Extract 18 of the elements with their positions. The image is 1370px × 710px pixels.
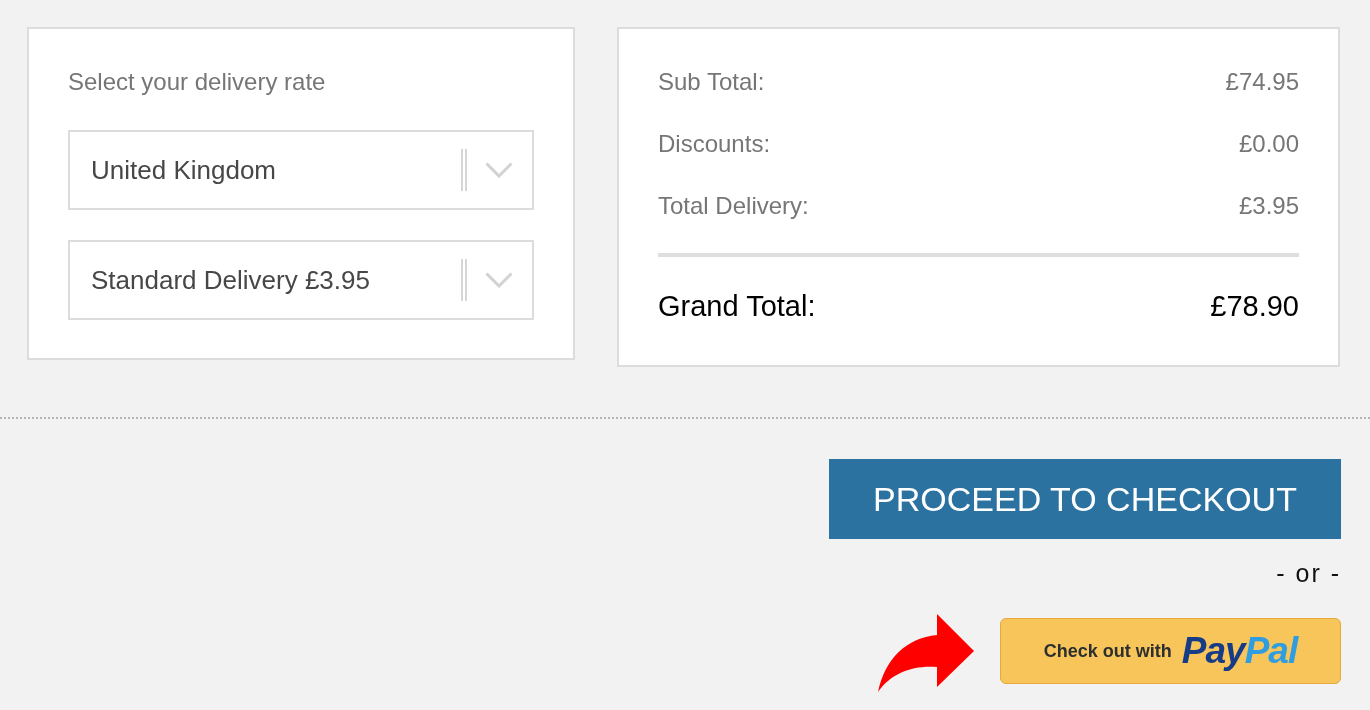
summary-label: Discounts: bbox=[658, 129, 771, 159]
or-separator-text: - or - bbox=[1276, 558, 1341, 588]
chevron-down-icon bbox=[485, 162, 513, 178]
paypal-logo: PayPal bbox=[1181, 631, 1298, 671]
paypal-checkout-button[interactable]: Check out with PayPal bbox=[1000, 618, 1341, 684]
dropdown-select[interactable]: United Kingdom bbox=[68, 130, 534, 210]
summary-value: £74.95 bbox=[1225, 67, 1299, 97]
proceed-to-checkout-button[interactable]: PROCEED TO CHECKOUT bbox=[829, 459, 1341, 539]
chevron-down-icon bbox=[485, 272, 513, 288]
curved-arrow-icon bbox=[878, 613, 975, 693]
summary-value: £0.00 bbox=[1238, 129, 1299, 159]
summary-label: Sub Total: bbox=[658, 67, 765, 97]
grand-total-label: Grand Total: bbox=[658, 289, 816, 323]
summary-value: £3.95 bbox=[1238, 191, 1299, 221]
dropdown-select[interactable]: Standard Delivery £3.95 bbox=[68, 240, 534, 320]
summary-label: Total Delivery: bbox=[658, 191, 809, 221]
grand-total-value: £78.90 bbox=[1210, 289, 1299, 323]
delivery-title: Select your delivery rate bbox=[68, 67, 327, 97]
